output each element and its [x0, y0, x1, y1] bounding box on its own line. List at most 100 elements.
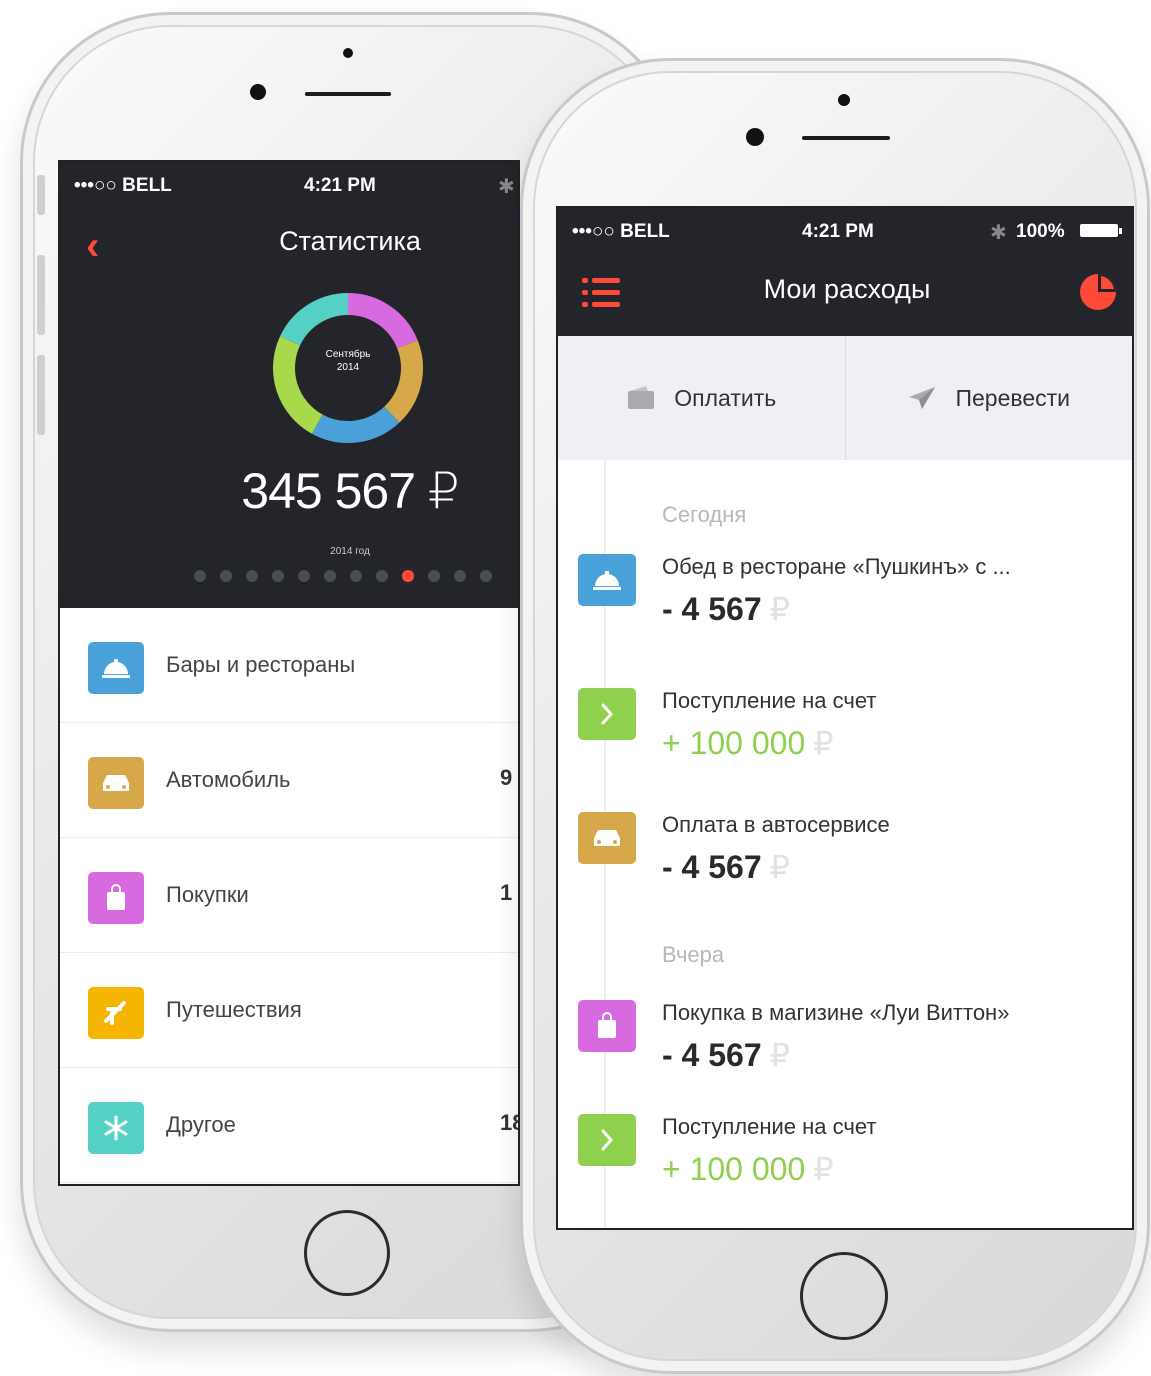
currency-symbol: ₽ — [769, 1037, 790, 1073]
page-dot[interactable] — [402, 570, 414, 582]
page-title: Мои расходы — [763, 274, 931, 304]
bluetooth-icon: ✱ — [990, 222, 1007, 244]
transaction-row[interactable]: Поступление на счет + 100 000 ₽ — [558, 682, 1132, 802]
mockup-stage: •••○○ BELL 4:21 PM ✱ ‹ Статистика Сентяб… — [0, 0, 1151, 1376]
pie-chart-icon[interactable] — [1078, 272, 1118, 312]
currency-symbol: ₽ — [813, 1151, 834, 1187]
transaction-amount-value: - 4 567 — [662, 849, 762, 885]
transaction-amount: - 4 567 ₽ — [662, 1036, 790, 1074]
transaction-amount: - 4 567 ₽ — [662, 848, 790, 886]
transaction-amount: - 4 567 ₽ — [662, 590, 790, 628]
donut-segment-purple — [347, 293, 418, 349]
currency-symbol: ₽ — [769, 849, 790, 885]
category-list: Бары и рестораны Автомобиль 9 Покупки 1 Путеш… — [60, 608, 518, 1183]
transaction-title: Поступление на счет — [662, 688, 877, 713]
transaction-amount-value: - 4 567 — [662, 591, 762, 627]
category-row[interactable]: Путешествия — [60, 953, 518, 1068]
category-row[interactable]: Бары и рестораны — [60, 608, 518, 723]
quick-actions-bar: Оплатить Перевести — [558, 336, 1132, 460]
transaction-title: Покупка в магизине «Луи Виттон» — [662, 1000, 1010, 1025]
sensor-icon — [838, 94, 850, 106]
category-value: 1 — [500, 880, 513, 905]
transaction-title: Оплата в автосервисе — [662, 812, 890, 837]
transaction-amount: + 100 000 ₽ — [662, 1150, 834, 1188]
carrier-label: •••○○ BELL — [572, 221, 670, 242]
page-indicator[interactable] — [194, 570, 492, 582]
category-label: Покупки — [166, 882, 249, 907]
pay-button[interactable]: Оплатить — [558, 336, 846, 460]
donut-center-label: Сентябрь 2014 — [270, 348, 426, 374]
page-title: Статистика — [279, 226, 421, 256]
page-dot[interactable] — [298, 570, 310, 582]
statistics-header-panel: •••○○ BELL 4:21 PM ✱ ‹ Статистика Сентяб… — [60, 162, 518, 608]
category-label: Автомобиль — [166, 767, 291, 792]
transaction-row[interactable]: Покупка в магизине «Луи Виттон» - 4 567 ₽ — [558, 994, 1132, 1114]
donut-year-label: 2014 — [336, 362, 360, 373]
earpiece-speaker — [305, 92, 391, 96]
asterisk-icon — [88, 1102, 144, 1154]
page-dot[interactable] — [350, 570, 362, 582]
front-camera-icon — [250, 84, 266, 100]
category-value: 9 — [500, 765, 513, 790]
page-dot[interactable] — [454, 570, 466, 582]
shopping-bag-icon — [88, 872, 144, 924]
transaction-amount-value: + 100 000 — [662, 1151, 806, 1187]
wallet-icon — [628, 386, 655, 409]
page-dot[interactable] — [324, 570, 336, 582]
expense-donut-chart: Сентябрь 2014 — [270, 290, 426, 446]
transaction-amount-value: + 100 000 — [662, 725, 806, 761]
transaction-row[interactable]: Оплата в автосервисе - 4 567 ₽ — [558, 806, 1132, 926]
transaction-amount-value: - 4 567 — [662, 1037, 762, 1073]
car-icon — [88, 757, 144, 809]
currency-symbol: ₽ — [769, 591, 790, 627]
status-bar: •••○○ BELL 4:21 PM ✱ — [60, 162, 518, 206]
transaction-row[interactable]: Обед в ресторане «Пушкинъ» с ... - 4 567 ₽ — [558, 548, 1132, 668]
transaction-row[interactable]: Поступление на счет + 100 000 ₽ — [558, 1108, 1132, 1228]
category-label: Бары и рестораны — [166, 652, 356, 677]
bluetooth-icon: ✱ — [498, 176, 515, 198]
shopping-bag-icon — [578, 1000, 636, 1052]
category-value: 18 — [500, 1110, 518, 1135]
sensor-icon — [343, 48, 353, 58]
category-row[interactable]: Покупки 1 — [60, 838, 518, 953]
donut-month-label: Сентябрь — [325, 349, 371, 360]
earpiece-speaker — [802, 136, 890, 140]
home-button[interactable] — [800, 1252, 888, 1340]
airplane-icon — [88, 987, 144, 1039]
cloche-icon — [88, 642, 144, 694]
category-row[interactable]: Другое 18 — [60, 1068, 518, 1183]
period-label: 2014 год — [330, 546, 370, 557]
send-icon — [909, 387, 936, 409]
page-dot[interactable] — [428, 570, 440, 582]
volume-down-button — [37, 355, 45, 435]
currency-symbol: ₽ — [813, 725, 834, 761]
status-time: 4:21 PM — [802, 221, 874, 242]
donut-segment-blue — [311, 406, 400, 443]
category-label: Путешествия — [166, 997, 302, 1022]
transfer-label: Перевести — [955, 384, 1071, 411]
page-dot[interactable] — [272, 570, 284, 582]
page-dot[interactable] — [480, 570, 492, 582]
category-row[interactable]: Автомобиль 9 — [60, 723, 518, 838]
pay-label: Оплатить — [674, 384, 777, 411]
donut-segment-teal — [280, 293, 349, 346]
transaction-title: Поступление на счет — [662, 1114, 877, 1139]
page-dot[interactable] — [376, 570, 388, 582]
statistics-screen: •••○○ BELL 4:21 PM ✱ ‹ Статистика Сентяб… — [58, 160, 520, 1186]
transaction-amount: + 100 000 ₽ — [662, 724, 834, 762]
page-dot[interactable] — [194, 570, 206, 582]
page-dot[interactable] — [246, 570, 258, 582]
page-dot[interactable] — [220, 570, 232, 582]
cloche-icon — [578, 554, 636, 606]
total-amount: 345 567 ₽ — [241, 463, 459, 519]
chevron-right-icon — [578, 688, 636, 740]
transfer-button[interactable]: Перевести — [846, 336, 1133, 460]
category-label: Другое — [166, 1112, 236, 1137]
carrier-label: •••○○ BELL — [74, 175, 172, 196]
transaction-title: Обед в ресторане «Пушкинъ» с ... — [662, 554, 1011, 579]
car-icon — [578, 812, 636, 864]
home-button[interactable] — [304, 1210, 390, 1296]
battery-percent: 100% — [1016, 221, 1065, 242]
volume-up-button — [37, 255, 45, 335]
section-header-yesterday: Вчера — [662, 942, 725, 967]
